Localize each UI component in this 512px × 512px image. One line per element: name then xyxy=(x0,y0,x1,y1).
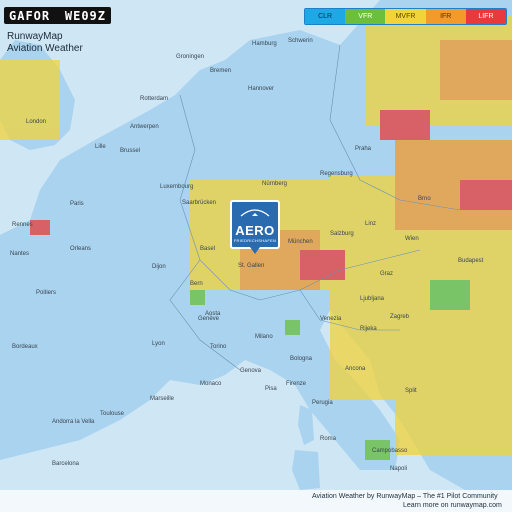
city-label: München xyxy=(288,239,313,245)
weather-map[interactable]: Hamburg Schwerin Groningen Bremen Hannover Lo… xyxy=(0,0,512,512)
cell-mvfr xyxy=(0,60,60,140)
aero-pointer xyxy=(250,247,260,254)
cell-mvfr xyxy=(395,345,512,455)
city-label: Salzburg xyxy=(330,231,354,237)
city-label: Firenze xyxy=(286,381,307,387)
city-label: St. Gallen xyxy=(238,263,264,269)
city-label: Bologna xyxy=(290,356,313,362)
city-label: Bern xyxy=(190,281,203,287)
city-label: Schwerin xyxy=(288,38,313,44)
city-label: Rijeka xyxy=(360,326,377,332)
city-label: Toulouse xyxy=(100,411,125,417)
city-label: Poitiers xyxy=(36,290,56,296)
city-label: Marseille xyxy=(150,396,175,402)
city-label: Monaco xyxy=(200,381,222,387)
city-label: Budapest xyxy=(458,258,484,264)
aero-friedrichshafen-marker[interactable]: AERO FRIEDRICHSHAFEN xyxy=(230,200,280,249)
city-label: Bordeaux xyxy=(12,344,38,350)
city-label: Antwerpen xyxy=(130,124,159,130)
city-label: Bremen xyxy=(210,68,231,74)
city-label: Split xyxy=(405,388,417,394)
city-label: Andorra la Vella xyxy=(52,419,95,425)
city-label: Praha xyxy=(355,146,372,152)
city-label: Groningen xyxy=(176,54,204,60)
gafor-badge: GAFOR WE09Z xyxy=(4,7,111,24)
city-label: Dijon xyxy=(152,264,166,270)
city-label: Aosta xyxy=(205,311,221,317)
cell-vfr xyxy=(285,320,300,335)
legend-item-ifr: IFR xyxy=(425,9,466,24)
aero-word: AERO xyxy=(235,223,275,238)
city-label: Hannover xyxy=(248,86,274,92)
aero-arc-icon xyxy=(240,209,270,217)
city-label: Paris xyxy=(70,201,84,207)
city-label: Brussel xyxy=(120,148,140,154)
cell-lifr xyxy=(380,110,430,140)
city-label: Zagreb xyxy=(390,314,410,320)
cell-vfr xyxy=(190,290,205,305)
footer-bar: Aviation Weather by RunwayMap – The #1 P… xyxy=(0,490,512,512)
city-label: Linz xyxy=(365,221,376,227)
city-label: Rotterdam xyxy=(140,96,168,102)
legend-item-lifr: LIFR xyxy=(465,9,506,24)
city-label: Rennes xyxy=(12,222,33,228)
city-label: Napoli xyxy=(390,466,407,472)
city-label: Milano xyxy=(255,334,273,340)
badge-product: GAFOR xyxy=(9,8,51,23)
city-label: London xyxy=(26,119,46,125)
legend-item-mvfr: MVFR xyxy=(385,9,426,24)
city-label: Orleans xyxy=(70,246,91,252)
city-label: Barcelona xyxy=(52,461,80,467)
city-label: Saarbrücken xyxy=(182,200,216,206)
cell-lifr xyxy=(300,250,345,280)
cell-lifr xyxy=(30,220,50,235)
cell-ifr xyxy=(440,40,512,100)
city-label: Venezia xyxy=(320,316,342,322)
city-label: Nürnberg xyxy=(262,181,287,187)
flight-category-legend: CLR VFR MVFR IFR LIFR xyxy=(304,8,507,25)
legend-item-vfr: VFR xyxy=(345,9,386,24)
city-label: Perugia xyxy=(312,400,333,406)
city-label: Lyon xyxy=(152,341,165,347)
city-label: Graz xyxy=(380,271,393,277)
city-label: Basel xyxy=(200,246,215,252)
city-label: Lille xyxy=(95,144,106,150)
city-label: Luxembourg xyxy=(160,184,193,190)
city-label: Wien xyxy=(405,236,419,242)
brand-block: RunwayMap Aviation Weather xyxy=(7,31,83,55)
brand-tagline: Aviation Weather xyxy=(7,43,83,54)
city-label: Brno xyxy=(418,196,431,202)
cell-lifr xyxy=(460,180,512,210)
footer-credit: Aviation Weather by RunwayMap – The #1 P… xyxy=(312,493,498,500)
city-label: Nantes xyxy=(10,251,29,257)
cell-vfr xyxy=(430,280,470,310)
aero-subtitle: FRIEDRICHSHAFEN xyxy=(233,238,277,243)
city-label: Torino xyxy=(210,344,227,350)
city-label: Regensburg xyxy=(320,171,353,177)
city-label: Genova xyxy=(240,368,262,374)
city-label: Campobasso xyxy=(372,448,408,454)
city-label: Hamburg xyxy=(252,41,277,47)
footer-link[interactable]: Learn more on runwaymap.com xyxy=(403,502,502,509)
badge-time: WE09Z xyxy=(64,8,106,23)
city-label: Roma xyxy=(320,436,337,442)
city-label: Ancona xyxy=(345,366,366,372)
city-label: Pisa xyxy=(265,386,277,392)
city-label: Ljubljana xyxy=(360,296,385,302)
legend-item-clr: CLR xyxy=(305,9,346,24)
brand-name: RunwayMap xyxy=(7,31,63,42)
